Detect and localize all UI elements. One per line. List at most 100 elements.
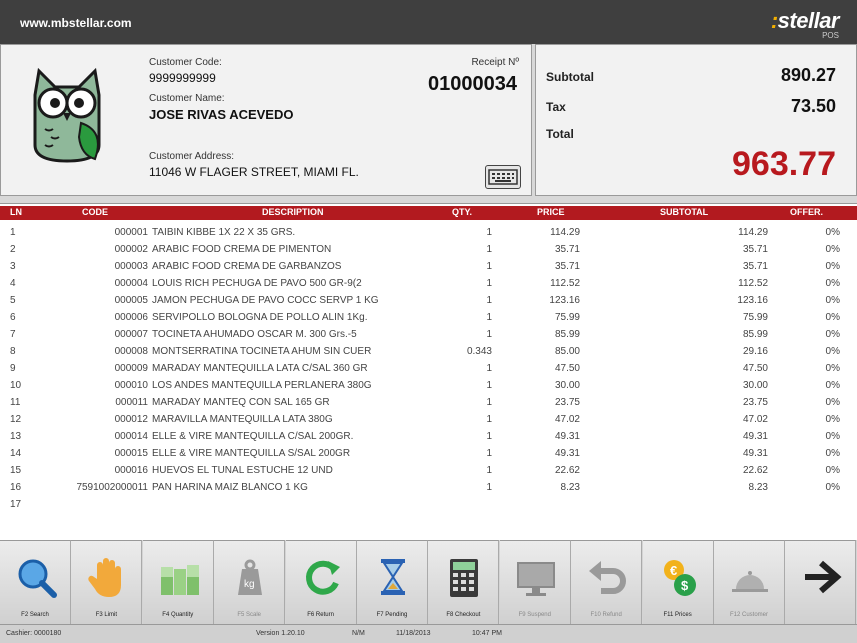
customer-button[interactable]: F12 Customer bbox=[714, 540, 785, 624]
line-number: 16 bbox=[10, 482, 22, 493]
table-row[interactable]: 4 000004 LOUIS RICH PECHUGA DE PAVO 500 GR… bbox=[0, 276, 857, 292]
site-url: www.mbstellar.com bbox=[20, 16, 132, 30]
table-row[interactable]: 11 000011 MARADAY MANTEQ CON SAL 165 GR 1 23… bbox=[0, 395, 857, 411]
next-button[interactable] bbox=[785, 540, 857, 624]
item-offer: 0% bbox=[825, 363, 840, 374]
item-code: 000005 bbox=[114, 295, 148, 306]
pending-button[interactable]: F7 Pending bbox=[357, 540, 428, 624]
table-row[interactable]: 5 000005 JAMON PECHUGA DE PAVO COCC SERVP … bbox=[0, 293, 857, 309]
keyboard-icon bbox=[488, 169, 518, 185]
quantity-button-label: F4 Quantity bbox=[162, 612, 194, 618]
weight-icon: kg bbox=[238, 559, 263, 595]
item-description: PAN HARINA MAIZ BLANCO 1 KG bbox=[152, 482, 308, 493]
table-row[interactable]: 8 000008 MONTSERRATINA TOCINETA AHUM SIN C… bbox=[0, 344, 857, 360]
item-code: 000008 bbox=[114, 346, 148, 357]
status-mode: N/M bbox=[352, 630, 365, 637]
receipt-number: 01000034 bbox=[428, 73, 517, 95]
item-price: 30.00 bbox=[554, 380, 580, 391]
table-row[interactable]: 2 000002 ARABIC FOOD CREMA DE PIMENTON 1 35.… bbox=[0, 242, 857, 258]
quantity-button[interactable]: F4 Quantity bbox=[142, 540, 214, 624]
item-price: 35.71 bbox=[554, 261, 580, 272]
col-description-header: DESCRIPTION bbox=[262, 207, 324, 217]
table-row[interactable]: 1 000001 TAIBIN KIBBE 1X 22 X 35 GRS. 1 114.… bbox=[0, 225, 857, 241]
return-button-label: F6 Return bbox=[307, 612, 334, 618]
table-row[interactable]: 15 000016 HUEVOS EL TUNAL ESTUCHE 12 UND 1 2… bbox=[0, 463, 857, 479]
item-quantity: 1 bbox=[486, 431, 492, 442]
limit-button[interactable]: F3 Limit bbox=[71, 540, 143, 624]
subtotal-label: Subtotal bbox=[546, 70, 594, 84]
item-subtotal: 85.99 bbox=[742, 329, 768, 340]
table-row[interactable]: 6 000006 SERVIPOLLO BOLOGNA DE POLLO ALIN … bbox=[0, 310, 857, 326]
search-button-label: F2 Search bbox=[21, 612, 49, 618]
item-subtotal: 22.62 bbox=[742, 465, 768, 476]
item-description: LOUIS RICH PECHUGA DE PAVO 500 GR-9(2 bbox=[152, 278, 362, 289]
item-offer: 0% bbox=[825, 261, 840, 272]
table-row[interactable]: 10 000010 LOS ANDES MANTEQUILLA PERLANERA … bbox=[0, 378, 857, 394]
item-offer: 0% bbox=[825, 329, 840, 340]
receipt-label: Receipt Nº bbox=[471, 57, 519, 68]
line-number: 1 bbox=[10, 227, 16, 238]
item-subtotal: 29.16 bbox=[742, 346, 768, 357]
refund-button[interactable]: F10 Refund bbox=[571, 540, 643, 624]
table-row[interactable]: 16 7591002000011 PAN HARINA MAIZ BLANCO 1 … bbox=[0, 480, 857, 496]
item-subtotal: 8.23 bbox=[748, 482, 768, 493]
item-price: 22.62 bbox=[554, 465, 580, 476]
col-price-header: PRICE bbox=[537, 207, 565, 217]
status-date: 11/18/2013 bbox=[396, 630, 431, 637]
item-quantity: 1 bbox=[486, 482, 492, 493]
pending-button-label: F7 Pending bbox=[376, 612, 408, 618]
item-price: 75.99 bbox=[554, 312, 580, 323]
return-button[interactable]: F6 Return bbox=[285, 540, 357, 624]
line-number: 8 bbox=[10, 346, 16, 357]
svg-text:€: € bbox=[670, 563, 677, 578]
item-quantity: 1 bbox=[486, 244, 492, 255]
item-quantity: 1 bbox=[486, 448, 492, 459]
undo-icon bbox=[589, 561, 627, 594]
customer-code-label: Customer Code: bbox=[149, 57, 222, 68]
table-row[interactable]: 7 000007 TOCINETA AHUMADO OSCAR M. 300 Grs… bbox=[0, 327, 857, 343]
app-version: Version 1.20.10 bbox=[256, 630, 305, 637]
status-time: 10:47 PM bbox=[472, 630, 502, 637]
search-button[interactable]: F2 Search bbox=[0, 540, 71, 624]
svg-text:kg: kg bbox=[244, 579, 255, 590]
keyboard-button[interactable] bbox=[485, 165, 521, 189]
table-row[interactable]: 14 000015 ELLE & VIRE MANTEQUILLA S/SAL 20… bbox=[0, 446, 857, 462]
item-quantity: 1 bbox=[486, 295, 492, 306]
line-number: 13 bbox=[10, 431, 22, 442]
prices-button[interactable]: € $ F11 Prices bbox=[642, 540, 714, 624]
tax-value: 73.50 bbox=[790, 96, 836, 116]
monitor-icon bbox=[516, 562, 555, 596]
item-price: 35.71 bbox=[554, 244, 580, 255]
item-code: 000003 bbox=[114, 261, 148, 272]
scale-button[interactable]: kg F5 Scale bbox=[214, 540, 286, 624]
item-quantity: 0.343 bbox=[466, 346, 492, 357]
line-number: 12 bbox=[10, 414, 22, 425]
line-number: 14 bbox=[10, 448, 22, 459]
customer-address: 11046 W FLAGER STREET, MIAMI FL. bbox=[149, 165, 359, 179]
customer-address-label: Customer Address: bbox=[149, 151, 235, 162]
line-number: 15 bbox=[10, 465, 22, 476]
stellar-logo: :stellar POS bbox=[770, 8, 840, 40]
item-quantity: 1 bbox=[486, 363, 492, 374]
hand-icon bbox=[88, 558, 122, 597]
table-row[interactable]: 13 000014 ELLE & VIRE MANTEQUILLA C/SAL 20… bbox=[0, 429, 857, 445]
cashier-id: Cashier: 0000180 bbox=[6, 630, 62, 637]
table-row[interactable]: 9 000009 MARADAY MANTEQUILLA LATA C/SAL 36… bbox=[0, 361, 857, 377]
line-number: 7 bbox=[10, 329, 16, 340]
item-subtotal: 75.99 bbox=[742, 312, 768, 323]
table-row[interactable]: 12 000012 MARAVILLA MANTEQUILLA LATA 380G 1… bbox=[0, 412, 857, 428]
items-table[interactable]: LN CODE DESCRIPTION QTY. PRICE SUBTOTAL … bbox=[0, 203, 857, 540]
line-number: 3 bbox=[10, 261, 16, 272]
suspend-button[interactable]: F9 Suspend bbox=[499, 540, 571, 624]
checkout-button[interactable]: F8 Checkout bbox=[428, 540, 500, 624]
item-description: SERVIPOLLO BOLOGNA DE POLLO ALIN 1Kg. bbox=[152, 312, 368, 323]
item-subtotal: 112.52 bbox=[738, 278, 768, 289]
item-offer: 0% bbox=[825, 414, 840, 425]
calculator-icon bbox=[450, 559, 479, 597]
table-row[interactable]: 3 000003 ARABIC FOOD CREMA DE GARBANZOS 1 35… bbox=[0, 259, 857, 275]
line-number: 11 bbox=[10, 397, 21, 408]
subtotal-value: 890.27 bbox=[780, 65, 836, 85]
table-row[interactable]: 17 bbox=[0, 497, 857, 513]
item-code: 000006 bbox=[114, 312, 148, 323]
item-description: ELLE & VIRE MANTEQUILLA S/SAL 200GR bbox=[152, 448, 351, 459]
